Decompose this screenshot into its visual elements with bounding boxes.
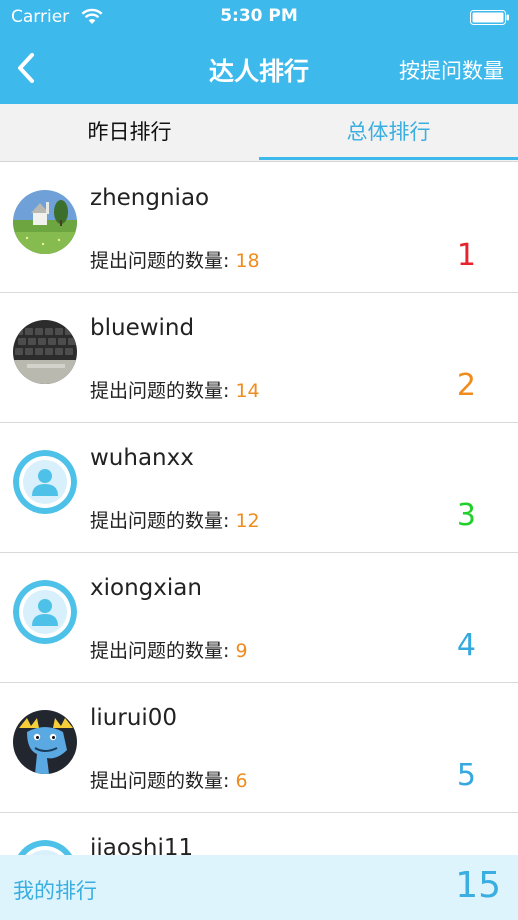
status-bar: Carrier 5:30 PM bbox=[0, 0, 518, 34]
question-count-line: 提出问题的数量: 18 bbox=[90, 246, 260, 273]
moose-cartoon-avatar bbox=[13, 710, 77, 774]
tab-yesterday-ranking[interactable]: 昨日排行 bbox=[0, 104, 259, 162]
question-count-label: 提出问题的数量: bbox=[90, 250, 236, 272]
question-count-line: 提出问题的数量: 9 bbox=[90, 636, 248, 663]
list-item[interactable]: zhengniao 提出问题的数量: 18 1 bbox=[0, 163, 518, 293]
question-count-value: 18 bbox=[235, 250, 260, 272]
my-rank-value: 15 bbox=[455, 865, 501, 906]
segmented-tabs: 昨日排行 总体排行 bbox=[0, 104, 518, 162]
rank-number: 4 bbox=[456, 628, 476, 663]
username: wuhanxx bbox=[90, 445, 194, 471]
question-count-label: 提出问题的数量: bbox=[90, 770, 236, 792]
rank-number: 5 bbox=[456, 758, 476, 793]
landscape-photo-avatar bbox=[13, 190, 77, 254]
rank-number: 1 bbox=[456, 238, 476, 273]
default-user-icon bbox=[13, 450, 77, 514]
screen: Carrier 5:30 PM 达人排行 按提问数量 昨日排行 总体排行 zhe… bbox=[0, 0, 518, 920]
username: xiongxian bbox=[90, 575, 202, 601]
my-rank-label: 我的排行 bbox=[13, 879, 97, 903]
question-count-line: 提出问题的数量: 12 bbox=[90, 506, 260, 533]
question-count-line: 提出问题的数量: 14 bbox=[90, 376, 260, 403]
tab-overall-ranking[interactable]: 总体排行 bbox=[259, 104, 518, 162]
list-item[interactable]: xiongxian 提出问题的数量: 9 4 bbox=[0, 553, 518, 683]
rank-number: 2 bbox=[456, 368, 476, 403]
keyboard-photo-avatar bbox=[13, 320, 77, 384]
nav-bar: 达人排行 按提问数量 bbox=[0, 34, 518, 104]
header: Carrier 5:30 PM 达人排行 按提问数量 bbox=[0, 0, 518, 104]
question-count-value: 12 bbox=[235, 510, 260, 532]
question-count-value: 9 bbox=[235, 640, 248, 662]
question-count-value: 14 bbox=[235, 380, 260, 402]
question-count-line: 提出问题的数量: 6 bbox=[90, 766, 248, 793]
avatar bbox=[13, 450, 77, 514]
list-item[interactable]: liurui00 提出问题的数量: 6 5 bbox=[0, 683, 518, 813]
avatar bbox=[13, 710, 77, 774]
question-count-label: 提出问题的数量: bbox=[90, 380, 236, 402]
default-user-icon bbox=[13, 580, 77, 644]
list-item[interactable]: bluewind 提出问题的数量: 14 2 bbox=[0, 293, 518, 423]
list-item[interactable]: wuhanxx 提出问题的数量: 12 3 bbox=[0, 423, 518, 553]
question-count-value: 6 bbox=[235, 770, 248, 792]
question-count-label: 提出问题的数量: bbox=[90, 640, 236, 662]
rank-number: 3 bbox=[456, 498, 476, 533]
avatar bbox=[13, 580, 77, 644]
username: liurui00 bbox=[90, 705, 178, 731]
avatar bbox=[13, 190, 77, 254]
status-time: 5:30 PM bbox=[220, 6, 298, 26]
question-count-label: 提出问题的数量: bbox=[90, 510, 236, 532]
my-rank-bar[interactable]: 我的排行 15 bbox=[0, 855, 518, 920]
sort-by-question-count-button[interactable]: 按提问数量 bbox=[399, 55, 504, 85]
username: zhengniao bbox=[90, 185, 210, 211]
battery-icon bbox=[470, 10, 509, 25]
selected-tab-indicator bbox=[259, 157, 518, 160]
avatar bbox=[13, 320, 77, 384]
username: bluewind bbox=[90, 315, 195, 341]
